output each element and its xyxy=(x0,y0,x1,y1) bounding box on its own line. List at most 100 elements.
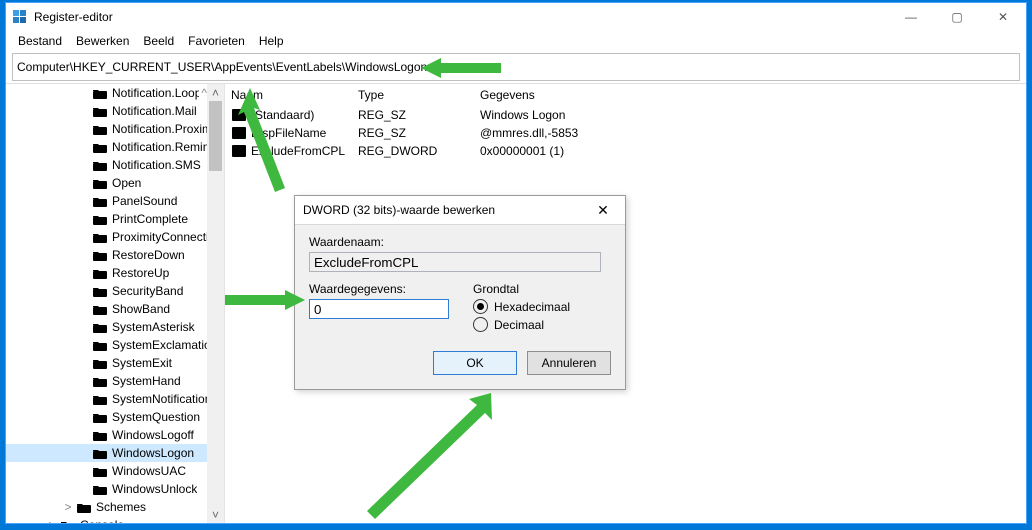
expand-icon[interactable]: > xyxy=(46,518,58,523)
menu-beeld[interactable]: Beeld xyxy=(137,32,180,50)
col-name[interactable]: Naam xyxy=(225,88,352,102)
titlebar[interactable]: Register-editor — ▢ ✕ xyxy=(6,3,1026,31)
value-row[interactable]: ExcludeFromCPLREG_DWORD0x00000001 (1) xyxy=(225,142,1026,160)
tree-item-label: Notification.SMS xyxy=(112,158,201,172)
tree-item-schemes[interactable]: > Schemes xyxy=(6,498,207,516)
value-row[interactable]: (Standaard) REG_SZWindows Logon xyxy=(225,106,1026,124)
value-name: (Standaard) xyxy=(251,108,314,122)
value-type: REG_SZ xyxy=(352,126,474,140)
expand-icon[interactable]: > xyxy=(62,500,74,514)
tree-item-restoreup[interactable]: RestoreUp xyxy=(6,264,207,282)
tree-item-label: SystemNotification xyxy=(112,392,207,406)
tree-item-console[interactable]: >Console xyxy=(6,516,207,523)
binary-value-icon xyxy=(231,143,247,159)
column-headers[interactable]: Naam Type Gegevens xyxy=(225,84,1026,106)
tree-item-systemquestion[interactable]: SystemQuestion xyxy=(6,408,207,426)
tree-item-systemexit[interactable]: SystemExit xyxy=(6,354,207,372)
tree-item-label: SystemExit xyxy=(112,356,172,370)
value-row[interactable]: DispFileNameREG_SZ@mmres.dll,-5853 xyxy=(225,124,1026,142)
close-button[interactable]: ✕ xyxy=(980,3,1026,31)
menu-help[interactable]: Help xyxy=(253,32,290,50)
radio-hexadecimal[interactable]: Hexadecimaal xyxy=(473,299,570,314)
tree-item-label: WindowsUnlock xyxy=(112,482,197,496)
tree-item-notification-remin[interactable]: Notification.Remin xyxy=(6,138,207,156)
tree-item-notification-loopin[interactable]: Notification.Loopin^ xyxy=(6,84,207,102)
tree-item-label: WindowsUAC xyxy=(112,464,186,478)
menu-favorieten[interactable]: Favorieten xyxy=(182,32,251,50)
radio-dot-icon xyxy=(473,299,488,314)
tree-item-notification-proxim[interactable]: Notification.Proxim xyxy=(6,120,207,138)
string-value-icon xyxy=(231,107,247,123)
address-text: Computer\HKEY_CURRENT_USER\AppEvents\Eve… xyxy=(17,60,427,74)
ok-button[interactable]: OK xyxy=(433,351,517,375)
tree-item-systemexclamation[interactable]: SystemExclamation xyxy=(6,336,207,354)
tree-item-label: SystemQuestion xyxy=(112,410,200,424)
menu-bewerken[interactable]: Bewerken xyxy=(70,32,135,50)
value-type: REG_DWORD xyxy=(352,144,474,158)
tree-item-restoredown[interactable]: RestoreDown xyxy=(6,246,207,264)
tree-item-proximityconnecti[interactable]: ProximityConnecti xyxy=(6,228,207,246)
tree-item-open[interactable]: Open xyxy=(6,174,207,192)
col-data[interactable]: Gegevens xyxy=(474,88,1026,102)
tree-item-notification-sms[interactable]: Notification.SMS xyxy=(6,156,207,174)
tree-item-label: Notification.Proxim xyxy=(112,122,207,136)
value-name-label: Waardenaam: xyxy=(309,235,611,249)
tree-item-label: PanelSound xyxy=(112,194,177,208)
col-type[interactable]: Type xyxy=(352,88,474,102)
tree-item-windowsunlock[interactable]: WindowsUnlock xyxy=(6,480,207,498)
tree-item-systemnotification[interactable]: SystemNotification xyxy=(6,390,207,408)
value-name: DispFileName xyxy=(251,126,326,140)
value-data: 0x00000001 (1) xyxy=(474,144,1026,158)
tree-item-label: Schemes xyxy=(96,500,146,514)
string-value-icon xyxy=(231,125,247,141)
dialog-titlebar[interactable]: DWORD (32 bits)-waarde bewerken ✕ xyxy=(295,196,625,225)
window-title: Register-editor xyxy=(34,10,113,24)
tree-item-label: SystemHand xyxy=(112,374,181,388)
minimize-button[interactable]: — xyxy=(888,3,934,31)
tree-item-notification-mail[interactable]: Notification.Mail xyxy=(6,102,207,120)
edit-dword-dialog: DWORD (32 bits)-waarde bewerken ✕ Waarde… xyxy=(294,195,626,390)
value-type: REG_SZ xyxy=(352,108,474,122)
base-label: Grondtal xyxy=(473,282,570,296)
tree-item-panelsound[interactable]: PanelSound xyxy=(6,192,207,210)
key-tree[interactable]: Notification.Loopin^ Notification.Mail Not… xyxy=(6,84,207,498)
tree-item-label: SecurityBand xyxy=(112,284,183,298)
cancel-button[interactable]: Annuleren xyxy=(527,351,611,375)
regedit-icon xyxy=(12,9,28,25)
tree-item-label: Notification.Remin xyxy=(112,140,207,154)
scroll-thumb[interactable] xyxy=(209,101,222,171)
dialog-close-button[interactable]: ✕ xyxy=(589,202,617,219)
radio-decimal[interactable]: Decimaal xyxy=(473,317,570,332)
tree-item-label: Notification.Mail xyxy=(112,104,197,118)
tree-item-windowslogon[interactable]: WindowsLogon xyxy=(6,444,207,462)
tree-item-label: SystemAsterisk xyxy=(112,320,195,334)
value-data-input[interactable] xyxy=(309,299,449,319)
menu-bestand[interactable]: Bestand xyxy=(12,32,68,50)
tree-item-systemhand[interactable]: SystemHand xyxy=(6,372,207,390)
tree-item-windowsuac[interactable]: WindowsUAC xyxy=(6,462,207,480)
tree-item-label: RestoreUp xyxy=(112,266,169,280)
tree-item-systemasterisk[interactable]: SystemAsterisk xyxy=(6,318,207,336)
value-data: Windows Logon xyxy=(474,108,1026,122)
value-data-label: Waardegegevens: xyxy=(309,282,449,296)
tree-item-label: Notification.Loopin xyxy=(112,86,199,100)
address-bar[interactable]: Computer\HKEY_CURRENT_USER\AppEvents\Eve… xyxy=(12,53,1020,81)
maximize-button[interactable]: ▢ xyxy=(934,3,980,31)
value-name-field xyxy=(309,252,601,272)
tree-item-label: ShowBand xyxy=(112,302,170,316)
tree-item-showband[interactable]: ShowBand xyxy=(6,300,207,318)
menubar: Bestand Bewerken Beeld Favorieten Help xyxy=(6,31,1026,51)
tree-item-label: PrintComplete xyxy=(112,212,188,226)
tree-item-label: WindowsLogon xyxy=(112,446,194,460)
tree-item-printcomplete[interactable]: PrintComplete xyxy=(6,210,207,228)
scroll-down-button[interactable]: ˅ xyxy=(207,506,224,523)
tree-item-label: Open xyxy=(112,176,141,190)
regedit-window: Register-editor — ▢ ✕ Bestand Bewerken B… xyxy=(5,2,1027,524)
tree-scrollbar[interactable]: ˄ ˅ xyxy=(207,84,224,523)
radio-dot-icon xyxy=(473,317,488,332)
scroll-up-button[interactable]: ˄ xyxy=(207,84,224,101)
tree-item-windowslogoff[interactable]: WindowsLogoff xyxy=(6,426,207,444)
tree-item-label: WindowsLogoff xyxy=(112,428,194,442)
tree-item-securityband[interactable]: SecurityBand xyxy=(6,282,207,300)
tree-item-label: SystemExclamation xyxy=(112,338,207,352)
